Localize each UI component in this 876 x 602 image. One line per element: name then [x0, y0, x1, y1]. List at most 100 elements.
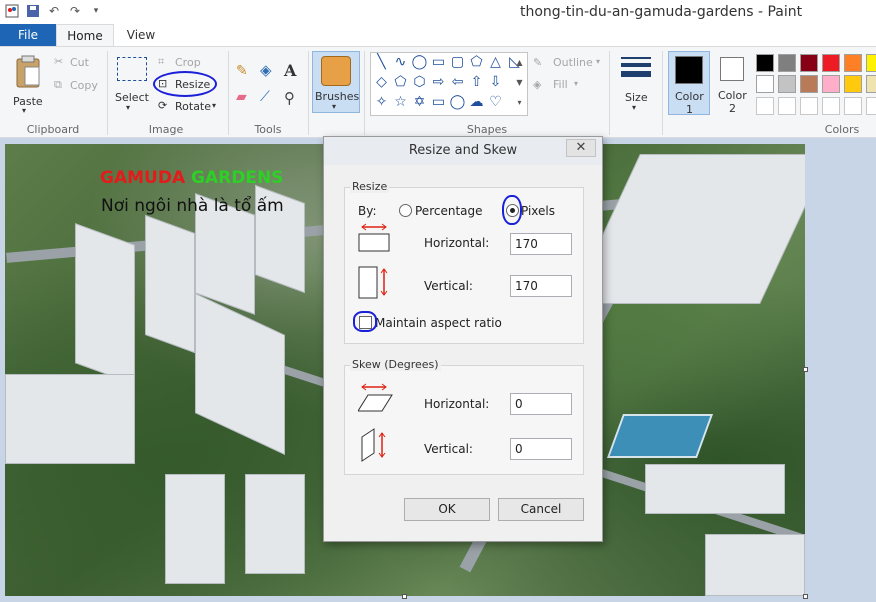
rotate-button[interactable]: Rotate — [175, 100, 211, 113]
palette-swatch-orange[interactable] — [844, 54, 862, 72]
line-shape-icon[interactable]: ╲ — [373, 54, 390, 71]
resize-horizontal-input[interactable]: 170 — [510, 233, 572, 255]
text-tool-icon[interactable]: A — [284, 61, 296, 80]
brushes-button[interactable]: Brushes ▾ — [312, 51, 360, 113]
clipboard-group-label: Clipboard — [26, 123, 80, 136]
brand-part2: GARDENS — [191, 168, 284, 188]
resize-legend: Resize — [350, 180, 390, 193]
resize-handle-bottom[interactable] — [402, 594, 407, 599]
quick-access-toolbar: ↶ ↷ ▾ — [4, 3, 104, 19]
palette-swatch-custom[interactable] — [866, 97, 876, 115]
palette-swatch-yellow[interactable] — [866, 54, 876, 72]
five-point-star-shape-icon[interactable]: ☆ — [392, 94, 409, 111]
color2-button[interactable]: Color 2 — [712, 51, 754, 115]
six-point-star-shape-icon[interactable]: ✡ — [411, 94, 428, 111]
divider — [308, 51, 309, 135]
fill-bucket-icon[interactable]: ◈ — [260, 61, 272, 79]
palette-swatch-gray[interactable] — [778, 54, 796, 72]
palette-swatch-custom[interactable] — [822, 97, 840, 115]
polygon-shape-icon[interactable]: ⬠ — [468, 54, 485, 71]
resize-handle-corner[interactable] — [803, 594, 808, 599]
pixels-label[interactable]: Pixels — [521, 204, 555, 218]
rotate-icon: ⟳ — [158, 99, 168, 112]
skew-horizontal-label: Horizontal: — [424, 397, 490, 411]
left-arrow-shape-icon[interactable]: ⇦ — [449, 74, 466, 91]
undo-icon[interactable]: ↶ — [46, 3, 62, 19]
palette-swatch-brown[interactable] — [800, 75, 818, 93]
tab-file[interactable]: File — [0, 24, 56, 47]
color2-label: Color — [718, 89, 747, 102]
callout-oval-shape-icon[interactable]: ◯ — [449, 94, 466, 111]
down-arrow-shape-icon[interactable]: ⇩ — [487, 74, 504, 91]
fill-icon: ◈ — [533, 78, 542, 91]
cancel-button[interactable]: Cancel — [498, 498, 584, 521]
palette-swatch-light-yellow[interactable] — [866, 75, 876, 93]
palette-swatch-white[interactable] — [756, 75, 774, 93]
close-icon[interactable]: ✕ — [566, 139, 596, 157]
fill-chevron-icon: ▾ — [574, 79, 579, 88]
gallery-expand-icon[interactable]: ▾ — [511, 94, 528, 111]
fill-button[interactable]: Fill — [553, 78, 568, 91]
up-arrow-shape-icon[interactable]: ⇧ — [468, 74, 485, 91]
percentage-label[interactable]: Percentage — [415, 204, 483, 218]
resize-vertical-input[interactable]: 170 — [510, 275, 572, 297]
curve-shape-icon[interactable]: ∿ — [392, 54, 409, 71]
palette-swatch-custom[interactable] — [844, 97, 862, 115]
palette-swatch-gold[interactable] — [844, 75, 862, 93]
palette-swatch-custom[interactable] — [756, 97, 774, 115]
oval-shape-icon[interactable]: ◯ — [411, 54, 428, 71]
hexagon-shape-icon[interactable]: ⬡ — [411, 74, 428, 91]
palette-swatch-dark-red[interactable] — [800, 54, 818, 72]
outline-chevron-icon: ▾ — [596, 57, 601, 66]
color-picker-icon[interactable]: ⟋ — [260, 89, 270, 105]
maintain-aspect-label[interactable]: Maintain aspect ratio — [375, 316, 502, 330]
skew-horizontal-input[interactable]: 0 — [510, 393, 572, 415]
rounded-rectangle-shape-icon[interactable]: ▢ — [449, 54, 466, 71]
rectangle-shape-icon[interactable]: ▭ — [430, 54, 447, 71]
ok-button[interactable]: OK — [404, 498, 490, 521]
outline-button[interactable]: Outline — [553, 56, 593, 69]
save-icon[interactable] — [25, 3, 41, 19]
cloud-callout-shape-icon[interactable]: ☁ — [468, 94, 485, 111]
skew-legend: Skew (Degrees) — [350, 358, 441, 371]
percentage-radio[interactable] — [399, 204, 412, 217]
cut-button[interactable]: Cut — [70, 56, 89, 69]
tab-view[interactable]: View — [114, 24, 168, 47]
magnifier-icon[interactable]: ⚲ — [284, 89, 295, 107]
tab-home[interactable]: Home — [56, 24, 114, 47]
eraser-icon[interactable]: ▰ — [236, 89, 247, 105]
heart-shape-icon[interactable]: ♡ — [487, 94, 504, 111]
palette-swatch-red[interactable] — [822, 54, 840, 72]
skew-horizontal-icon — [358, 383, 393, 412]
diamond-shape-icon[interactable]: ◇ — [373, 74, 390, 91]
customize-qat-icon[interactable]: ▾ — [88, 3, 104, 19]
divider — [107, 51, 108, 135]
palette-swatch-black[interactable] — [756, 54, 774, 72]
select-button[interactable]: Select ▾ — [112, 53, 152, 117]
palette-swatch-rose[interactable] — [822, 75, 840, 93]
gallery-scroll-up-icon[interactable]: ▲ — [511, 54, 528, 71]
skew-vertical-input[interactable]: 0 — [510, 438, 572, 460]
gallery-scroll-down-icon[interactable]: ▼ — [511, 74, 528, 91]
callout-rect-shape-icon[interactable]: ▭ — [430, 94, 447, 111]
triangle-shape-icon[interactable]: △ — [487, 54, 504, 71]
title-bar: ↶ ↷ ▾ thong-tin-du-an-gamuda-gardens - P… — [0, 0, 876, 24]
palette-swatch-light-gray[interactable] — [778, 75, 796, 93]
paste-label: Paste — [13, 95, 43, 108]
paint-app-icon[interactable] — [4, 3, 20, 19]
pentagon-shape-icon[interactable]: ⬠ — [392, 74, 409, 91]
palette-swatch-custom[interactable] — [778, 97, 796, 115]
palette-swatch-custom[interactable] — [800, 97, 818, 115]
paste-button[interactable]: Paste ▾ — [8, 53, 48, 117]
redo-icon[interactable]: ↷ — [67, 3, 83, 19]
right-arrow-shape-icon[interactable]: ⇨ — [430, 74, 447, 91]
copy-button[interactable]: Copy — [70, 79, 98, 92]
resize-handle-right[interactable] — [803, 367, 808, 372]
color1-swatch — [675, 56, 703, 84]
colors-group-label: Colors — [824, 123, 860, 136]
color1-button[interactable]: Color 1 — [668, 51, 710, 116]
size-button[interactable]: Size ▾ — [616, 53, 656, 117]
crop-button[interactable]: Crop — [175, 56, 201, 69]
pencil-icon[interactable]: ✎ — [236, 63, 248, 79]
four-point-star-shape-icon[interactable]: ✧ — [373, 94, 390, 111]
